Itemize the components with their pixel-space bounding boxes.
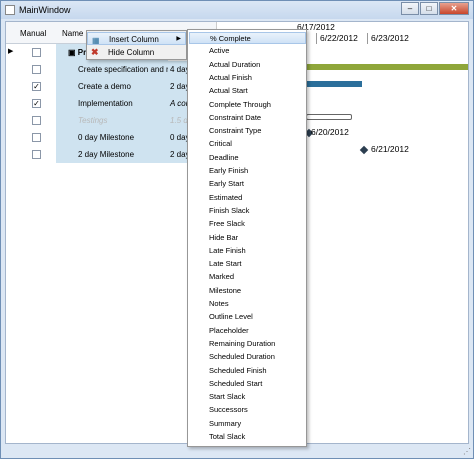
collapse-icon[interactable]: ▣ xyxy=(68,48,78,57)
submenu-item[interactable]: Actual Start xyxy=(189,85,306,97)
table-row[interactable]: 0 day Milestone 0 days xyxy=(6,129,216,146)
submenu-item[interactable]: Placeholder xyxy=(189,325,306,337)
window-title: MainWindow xyxy=(19,5,71,15)
manual-checkbox[interactable]: ✓ xyxy=(32,82,41,91)
column-header-manual[interactable]: Manual xyxy=(18,22,52,44)
table-row[interactable]: Create specification and req 4 days xyxy=(6,61,216,78)
task-name[interactable]: 2 day Milestone xyxy=(56,146,168,163)
title-bar: MainWindow – □ ✕ xyxy=(1,1,473,19)
context-menu: ▦ Insert Column ▶ ✖ Hide Column xyxy=(86,30,187,60)
minimize-button[interactable]: – xyxy=(401,2,419,15)
manual-checkbox[interactable] xyxy=(32,116,41,125)
submenu-item[interactable]: Total Slack xyxy=(189,431,306,443)
menu-item-hide-column[interactable]: ✖ Hide Column xyxy=(87,46,186,59)
submenu-arrow-icon: ▶ xyxy=(176,36,181,42)
submenu-item[interactable]: Free Slack xyxy=(189,218,306,230)
submenu-item[interactable]: Estimated xyxy=(189,192,306,204)
manual-checkbox[interactable] xyxy=(32,48,41,57)
close-button[interactable]: ✕ xyxy=(439,2,469,15)
hide-column-icon: ✖ xyxy=(91,47,99,57)
submenu-item[interactable]: Scheduled Duration xyxy=(189,351,306,363)
submenu-item[interactable]: Notes xyxy=(189,298,306,310)
submenu-item[interactable]: Hide Bar xyxy=(189,232,306,244)
maximize-button[interactable]: □ xyxy=(420,2,438,15)
submenu-item[interactable]: Start Slack xyxy=(189,391,306,403)
task-name[interactable]: Testings xyxy=(56,112,168,129)
submenu-item[interactable]: Actual Finish xyxy=(189,72,306,84)
submenu-item[interactable]: Constraint Date xyxy=(189,112,306,124)
task-name[interactable]: 0 day Milestone xyxy=(56,129,168,146)
submenu-item[interactable]: Critical xyxy=(189,138,306,150)
menu-item-insert-column[interactable]: ▦ Insert Column ▶ xyxy=(87,32,186,45)
table-row[interactable]: Testings 1.5 day xyxy=(6,112,216,129)
app-icon xyxy=(5,5,15,15)
submenu-item[interactable]: Remaining Duration xyxy=(189,338,306,350)
manual-checkbox[interactable] xyxy=(32,65,41,74)
resize-grip-icon[interactable]: ⋰ xyxy=(463,447,471,456)
row-indicator-icon: ▶ xyxy=(8,48,14,55)
submenu-item[interactable]: Marked xyxy=(189,271,306,283)
table-row[interactable]: ✓ Implementation A coup xyxy=(6,95,216,112)
menu-item-label: Hide Column xyxy=(108,48,155,57)
submenu-item[interactable]: Actual Duration xyxy=(189,59,306,71)
timeline-day-label: 6/23/2012 xyxy=(367,33,427,44)
milestone-label: 6/20/2012 xyxy=(311,127,349,137)
summary-bar[interactable] xyxy=(306,64,468,70)
submenu-item[interactable]: Scheduled Finish xyxy=(189,365,306,377)
task-bar-placeholder[interactable] xyxy=(306,114,352,120)
submenu-item[interactable]: Successors xyxy=(189,404,306,416)
task-bar[interactable] xyxy=(306,81,362,87)
submenu-item[interactable]: % Complete xyxy=(189,32,306,44)
submenu-item[interactable]: Late Finish xyxy=(189,245,306,257)
submenu-item[interactable]: Early Start xyxy=(189,178,306,190)
submenu-item[interactable]: Complete Through xyxy=(189,99,306,111)
submenu-item[interactable]: Deadline xyxy=(189,152,306,164)
submenu-item[interactable]: Summary xyxy=(189,418,306,430)
submenu-item[interactable]: Early Finish xyxy=(189,165,306,177)
insert-column-submenu: % Complete Active Actual Duration Actual Fi… xyxy=(187,29,307,447)
submenu-item[interactable]: Outline Level xyxy=(189,311,306,323)
task-name[interactable]: Create a demo xyxy=(56,78,168,95)
submenu-item[interactable]: Finish Slack xyxy=(189,205,306,217)
manual-checkbox[interactable] xyxy=(32,133,41,142)
milestone-label: 6/21/2012 xyxy=(371,144,409,154)
submenu-item[interactable]: Milestone xyxy=(189,285,306,297)
submenu-item[interactable]: Late Start xyxy=(189,258,306,270)
table-row[interactable]: 2 day Milestone 2 days xyxy=(6,146,216,163)
manual-checkbox[interactable]: ✓ xyxy=(32,99,41,108)
timeline-day-label: 6/22/2012 xyxy=(316,33,367,44)
submenu-item[interactable]: Scheduled Start xyxy=(189,378,306,390)
milestone-icon[interactable] xyxy=(359,145,369,155)
submenu-item[interactable]: Constraint Type xyxy=(189,125,306,137)
menu-item-label: Insert Column xyxy=(109,35,159,44)
task-name[interactable]: Implementation xyxy=(56,95,168,112)
table-row[interactable]: ✓ Create a demo 2 days xyxy=(6,78,216,95)
manual-checkbox[interactable] xyxy=(32,150,41,159)
submenu-item[interactable]: Active xyxy=(189,45,306,57)
task-name[interactable]: Create specification and req xyxy=(56,61,168,78)
